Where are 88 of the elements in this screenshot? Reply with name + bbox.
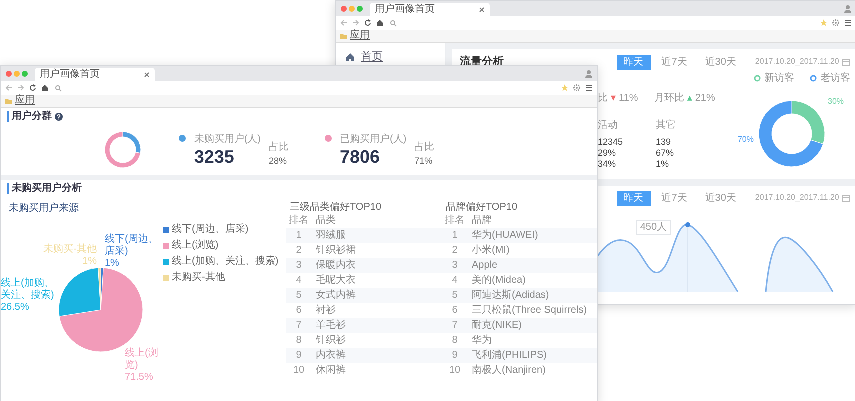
comparison-label: 月环比 (654, 92, 684, 106)
table-cell-text: 内衣裤 (315, 348, 346, 363)
table-cell-text: 羽绒服 (315, 228, 346, 243)
share-label: 占比 (414, 140, 435, 155)
group-label: 未购买用户(人) (194, 132, 261, 147)
legend-label: 线下(周边、店采) (172, 224, 249, 236)
table-cell-text: 7 (451, 319, 459, 333)
trend-arrow: ▾ (611, 92, 616, 106)
table-cell-text: 29% (598, 148, 618, 158)
table-cell-text: 5 (451, 289, 459, 303)
table-title: 三级品类偏好TOP10 (289, 200, 382, 213)
legend-label: 线上(浏览) (172, 240, 219, 252)
table-cell-text: 羊毛衫 (315, 318, 346, 333)
comparison-value: 21% (695, 92, 716, 106)
table-cell-text: 休闲裤 (315, 364, 346, 378)
table-cell-text: 飞利浦(PHILIPS) (471, 348, 548, 363)
section-title: 用户分群 (7, 111, 52, 122)
legend-label: 新访客 (764, 72, 794, 86)
group-label: 已购买用户(人) (340, 132, 407, 147)
pie-label: 未购买-其他 (44, 244, 97, 256)
column-header: 其它 (656, 118, 677, 132)
table-cell-text: 7 (295, 319, 303, 333)
table-cell-text: 针织衫裙 (315, 244, 356, 258)
pie-label: 线下(周边、店采) (105, 234, 160, 258)
table-cell-text: 毛呢大衣 (315, 274, 356, 288)
table-cell-text: 三只松鼠(Three Squirrels) (471, 304, 588, 318)
table-cell-text: 34% (598, 158, 618, 170)
table-cell-text: 美的(Midea) (471, 274, 526, 288)
table-cell-text: 67% (656, 148, 676, 158)
table-cell-text: 8 (295, 334, 303, 348)
table-cell-text: 9 (295, 349, 303, 363)
table-cell-text: 139 (656, 136, 672, 148)
table-cell-text: 女式内裤 (315, 288, 356, 303)
slice-value-label: 30% (828, 96, 844, 106)
table-cell-text: 8 (451, 334, 459, 348)
pie-value-label: 1% (82, 256, 97, 268)
table-cell-text: 华为 (471, 334, 492, 348)
table-cell-text: 3 (295, 259, 303, 273)
table-cell-text: 阿迪达斯(Adidas) (471, 288, 550, 303)
legend-label: 老访客 (820, 72, 850, 86)
pie-label: 线上(浏览) (125, 348, 160, 372)
pie-label: 线上(加购、关注、搜索) (1, 278, 56, 302)
share-label: 占比 (269, 140, 289, 155)
chart-tooltip: 450人 (636, 220, 672, 234)
pie-value-label: 26.5% (1, 302, 30, 314)
column-header: 排名 (444, 214, 466, 228)
column-header: 品牌 (471, 214, 492, 228)
table-cell-text: 保暖内衣 (315, 258, 356, 273)
table-cell-text: 2 (451, 244, 459, 258)
share-value: 71% (414, 154, 434, 168)
column-header: 品类 (315, 214, 336, 228)
slice-value-label: 70% (738, 134, 754, 144)
pie-value-label: 71.5% (125, 372, 154, 384)
table-cell-text: 南极人(Nanjiren) (471, 364, 546, 378)
table-cell-text: 10 (448, 364, 462, 378)
trend-arrow: ▴ (687, 92, 692, 106)
table-cell-text: 10 (292, 364, 306, 378)
legend-label: 线上(加购、关注、搜索) (172, 256, 279, 268)
table-cell-text: 6 (295, 304, 303, 318)
table-cell-text: 9 (451, 349, 459, 363)
table-cell-text: 4 (295, 274, 303, 288)
table-cell-text: 小米(MI) (471, 244, 510, 258)
table-cell-text: 2 (295, 244, 303, 258)
legend-label: 未购买-其他 (172, 272, 226, 284)
table-cell-text: 1 (451, 229, 459, 243)
table-cell-text: 针织衫 (315, 334, 346, 348)
table-cell-text: 1 (295, 229, 303, 243)
pie-value-label: 1% (105, 258, 120, 270)
column-header: 排名 (288, 214, 310, 228)
table-cell-text: 4 (451, 274, 459, 288)
table-cell-text: 华为(HUAWEI) (471, 228, 538, 243)
comparison-label: 比 (598, 92, 608, 106)
column-header: 活动 (598, 118, 619, 132)
section-title: 未购买用户分析 (7, 183, 82, 194)
table-cell-text: 耐克(NIKE) (471, 318, 522, 333)
share-value: 28% (269, 154, 288, 168)
table-cell-text: 1% (656, 158, 670, 170)
table-title: 品牌偏好TOP10 (445, 201, 518, 213)
table-cell-text: 5 (295, 289, 303, 303)
table-cell-text: 6 (451, 304, 459, 318)
table-cell-text: 衬衫 (315, 304, 336, 318)
comparison-value: 11% (619, 92, 638, 106)
chart-title: 未购买用户来源 (8, 202, 80, 216)
table-cell-text: 12345 (598, 136, 624, 148)
table-cell-text: Apple (471, 259, 498, 273)
group-count: 3235 (194, 146, 236, 167)
group-count: 7806 (340, 146, 382, 167)
table-cell-text: 3 (451, 259, 459, 273)
